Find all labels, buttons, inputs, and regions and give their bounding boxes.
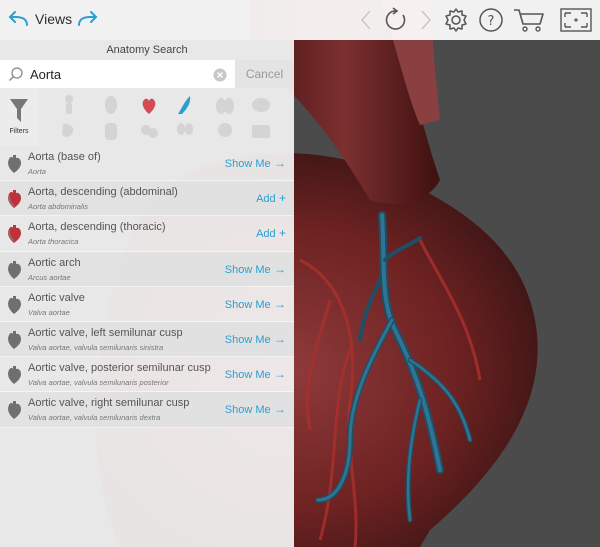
filters-label: Filters bbox=[9, 128, 29, 135]
heart-grey-icon bbox=[6, 260, 22, 280]
result-name: Aorta, descending (thoracic) bbox=[28, 221, 166, 234]
result-row[interactable]: Aorta (base of) Aorta Show Me → bbox=[0, 146, 294, 182]
arrow-right-icon: → bbox=[270, 367, 286, 382]
result-name: Aortic valve, posterior semilunar cusp bbox=[28, 362, 211, 375]
help-icon[interactable]: ? bbox=[476, 0, 506, 40]
arrow-right-icon: → bbox=[270, 331, 286, 346]
lymphatic-filter-icon[interactable] bbox=[100, 120, 122, 142]
arrow-right-icon: → bbox=[270, 296, 286, 311]
anatomy-search-panel: Anatomy Search Cancel Filters bbox=[0, 40, 294, 547]
search-icon bbox=[8, 66, 24, 86]
action-label: Add bbox=[256, 193, 276, 206]
result-name: Aortic arch bbox=[28, 256, 81, 269]
heart-grey-icon bbox=[6, 330, 22, 350]
show-me-button[interactable]: Show Me → bbox=[225, 262, 286, 276]
plus-icon: + bbox=[275, 191, 286, 206]
search-row: Cancel bbox=[0, 60, 294, 88]
fit-screen-icon[interactable] bbox=[558, 0, 594, 40]
show-me-button[interactable]: Show Me → bbox=[225, 402, 286, 416]
arrow-right-icon: → bbox=[270, 402, 286, 417]
action-label: Show Me bbox=[224, 263, 271, 276]
result-latin-name: Valva aortae, valvula semilunaris dextra bbox=[28, 413, 161, 423]
redo-arrow-icon[interactable] bbox=[74, 0, 100, 40]
reset-rotate-icon[interactable] bbox=[381, 0, 411, 40]
action-label: Add bbox=[256, 228, 276, 241]
heart-grey-icon bbox=[6, 365, 22, 385]
result-latin-name: Arcus aortae bbox=[28, 272, 71, 282]
show-me-button[interactable]: Show Me → bbox=[225, 297, 286, 311]
result-latin-name: Aorta bbox=[28, 167, 46, 176]
cart-icon[interactable] bbox=[511, 0, 547, 40]
heart-grey-icon bbox=[6, 400, 22, 420]
respiratory-filter-icon[interactable] bbox=[214, 94, 236, 116]
funnel-icon bbox=[9, 98, 29, 128]
top-toolbar: Views ? bbox=[0, 0, 600, 40]
endocrine-filter-icon[interactable] bbox=[138, 120, 160, 142]
action-label: Show Me bbox=[224, 369, 271, 382]
action-label: Show Me bbox=[224, 404, 271, 417]
clear-search-icon[interactable] bbox=[213, 67, 227, 86]
result-latin-name: Aorta abdominalis bbox=[28, 202, 89, 212]
brain-filter-icon[interactable] bbox=[250, 94, 272, 116]
nervous-filter-icon[interactable] bbox=[174, 94, 196, 116]
result-row[interactable]: Aortic valve, right semilunar cusp Valva … bbox=[0, 392, 294, 428]
urinary-filter-icon[interactable] bbox=[174, 120, 196, 142]
result-row[interactable]: Aorta, descending (abdominal) Aorta abdom… bbox=[0, 181, 294, 217]
result-name: Aortic valve, right semilunar cusp bbox=[28, 397, 190, 410]
arrow-right-icon: → bbox=[270, 261, 286, 276]
add-button[interactable]: Add + bbox=[256, 226, 286, 240]
show-me-button[interactable]: Show Me → bbox=[225, 332, 286, 346]
result-latin-name: Valva aortae, valvula semilunaris sinist… bbox=[28, 342, 164, 352]
cancel-button[interactable]: Cancel bbox=[235, 60, 294, 88]
result-name: Aorta (base of) bbox=[28, 151, 101, 163]
heart-grey-icon bbox=[6, 154, 22, 174]
action-label: Show Me bbox=[224, 158, 271, 170]
cardiovascular-filter-icon[interactable] bbox=[138, 94, 160, 116]
result-latin-name: Valva aortae bbox=[28, 307, 70, 317]
arrow-right-icon: → bbox=[270, 156, 286, 170]
digestive-filter-icon[interactable] bbox=[58, 120, 80, 142]
result-latin-name: Valva aortae, valvula semilunaris poster… bbox=[28, 378, 169, 388]
search-input[interactable] bbox=[30, 64, 210, 84]
result-name: Aortic valve bbox=[28, 291, 85, 304]
show-me-button[interactable]: Show Me → bbox=[225, 156, 286, 170]
panel-title: Anatomy Search bbox=[0, 40, 294, 60]
result-row[interactable]: Aortic valve, left semilunar cusp Valva a… bbox=[0, 321, 294, 358]
add-button[interactable]: Add + bbox=[256, 191, 286, 205]
chevron-right-icon[interactable] bbox=[416, 0, 436, 40]
result-latin-name: Aorta thoracica bbox=[28, 237, 79, 247]
filters-button[interactable]: Filters bbox=[0, 88, 38, 146]
heart-grey-icon bbox=[6, 295, 22, 315]
result-row[interactable]: Aortic valve Valva aortae Show Me → bbox=[0, 287, 294, 322]
show-me-button[interactable]: Show Me → bbox=[225, 367, 286, 381]
skeleton-filter-icon[interactable] bbox=[58, 94, 80, 116]
result-row[interactable]: Aortic arch Arcus aortae Show Me → bbox=[0, 251, 294, 287]
undo-arrow-icon[interactable] bbox=[6, 0, 32, 40]
result-row[interactable]: Aorta, descending (thoracic) Aorta thorac… bbox=[0, 216, 294, 252]
muscle-filter-icon[interactable] bbox=[100, 94, 122, 116]
heart-red-icon bbox=[6, 189, 22, 209]
filter-row: Filters bbox=[0, 88, 294, 146]
action-label: Show Me bbox=[224, 298, 271, 311]
results-list: Aorta (base of) Aorta Show Me → Aorta, desc… bbox=[0, 146, 294, 428]
result-row[interactable]: Aortic valve, posterior semilunar cusp Va… bbox=[0, 357, 294, 393]
skin-filter-icon[interactable] bbox=[250, 120, 272, 142]
plus-icon: + bbox=[275, 226, 286, 241]
heart-red-icon bbox=[6, 224, 22, 244]
chevron-left-icon[interactable] bbox=[356, 0, 376, 40]
result-name: Aortic valve, left semilunar cusp bbox=[28, 326, 183, 339]
action-label: Show Me bbox=[224, 333, 271, 346]
views-label[interactable]: Views bbox=[35, 11, 72, 27]
result-name: Aorta, descending (abdominal) bbox=[28, 186, 178, 199]
search-box[interactable] bbox=[0, 60, 235, 88]
gear-icon[interactable] bbox=[441, 0, 471, 40]
svg-text:?: ? bbox=[488, 14, 495, 29]
reproductive-filter-icon[interactable] bbox=[214, 120, 236, 142]
